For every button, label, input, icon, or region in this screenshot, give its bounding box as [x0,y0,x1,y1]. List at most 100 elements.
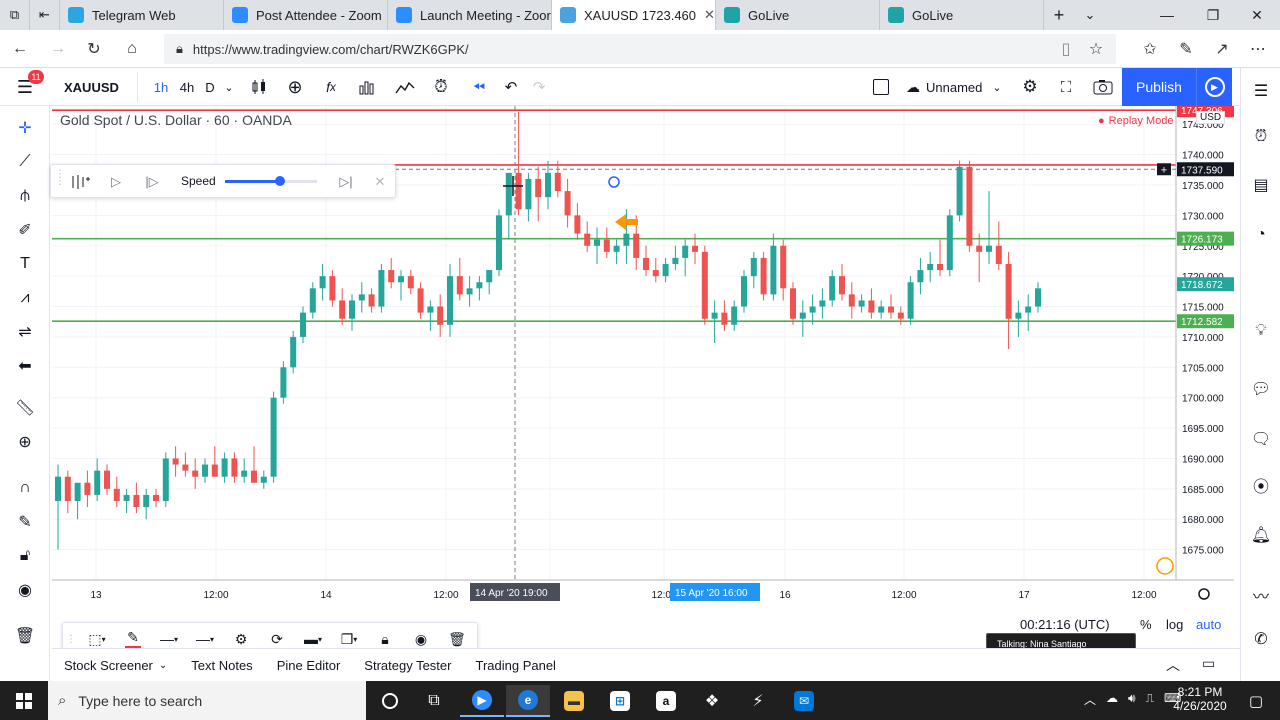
file-explorer-icon[interactable]: ▬ [552,685,596,717]
notification-icon[interactable]: 🔔︎ [1246,520,1276,550]
onedrive-cloud-icon[interactable]: ☁︎ [1106,691,1118,708]
edge-browser-icon[interactable]: e [506,685,550,717]
interval-1h[interactable]: 1h [148,72,174,102]
indicators-fx-icon[interactable]: fx [318,72,344,102]
windows-start-icon[interactable] [2,685,46,717]
alarm-icon[interactable]: ⏰︎ [1246,122,1276,152]
fullscreen-box-icon[interactable] [868,72,894,102]
broadcast-icon[interactable]: ⦿ [1246,470,1276,500]
zoom-icon[interactable]: ⊕ [10,428,40,456]
favorite-star-icon[interactable]: ☆ [1082,36,1110,62]
stream-play-button[interactable]: ▶ [1196,68,1232,106]
hotlist-icon[interactable]: ◔ [1246,220,1276,250]
browser-tab[interactable]: Telegram Web [60,0,224,30]
close-replay-icon[interactable]: ✕ [369,167,391,197]
currency-label[interactable]: USD [1196,111,1226,124]
select-bar-icon[interactable] [67,167,93,197]
unlock-icon[interactable]: 🔓︎ [10,542,40,570]
step-forward-icon[interactable]: |▷ [141,167,163,197]
taskbar-search-box[interactable]: ⌕ Type here to search [48,681,366,720]
lock-draw-icon[interactable]: ✎ [10,508,40,536]
auto-toggle[interactable]: auto [1196,617,1221,632]
mail-icon[interactable]: ✉ [782,685,826,717]
magnet-icon[interactable]: ∩ [10,474,40,502]
tab-text-notes[interactable]: Text Notes [179,649,264,682]
eye-icon[interactable]: ◉ [10,576,40,604]
task-view-icon[interactable]: ⧉ [412,685,456,717]
tab-list-chevron-icon[interactable]: ⌄ [1076,0,1104,30]
crosshair-icon[interactable]: ✛ [10,114,40,142]
back-arrow-icon[interactable]: ⬅ [10,352,40,380]
ruler-icon[interactable]: 📏︎ [10,394,40,422]
trash-icon[interactable]: 🗑︎ [10,622,40,650]
volume-icon[interactable]: 🔊︎ [1128,691,1136,708]
pitchfork-icon[interactable]: ⫛ [10,182,40,210]
bolt-app-icon[interactable]: ⚡︎ [736,685,780,717]
browser-tab[interactable]: GoLive [880,0,1044,30]
compare-add-icon[interactable]: ⊕ [282,72,308,102]
collapse-up-icon[interactable]: ︿ [1166,655,1180,675]
brush-icon[interactable]: ✐ [10,216,40,244]
jump-to-realtime-icon[interactable]: ▷| [335,167,357,197]
prediction-icon[interactable]: ⇌ [10,318,40,346]
share-icon[interactable]: ↗ [1208,36,1236,62]
refresh-button[interactable]: ↻ [80,36,108,62]
watchlist-icon[interactable]: ☰ [1246,76,1276,106]
maximize-panel-icon[interactable]: ▭ [1202,655,1215,672]
streams-icon[interactable]: 🗨︎ [1246,424,1276,454]
tab-actions-icon[interactable]: ⧉ [0,0,30,30]
chat-icon[interactable]: 💬︎ [1246,374,1276,404]
address-bar[interactable]: 🔒︎ https://www.tradingview.com/chart/RWZ… [164,34,1116,64]
action-center-icon[interactable]: ▢ [1234,685,1278,717]
maximize-button[interactable]: ❐ [1190,0,1236,30]
minimize-button[interactable]: — [1144,0,1190,30]
settings-gear-icon[interactable]: ⚙ [1016,72,1044,102]
dropbox-icon[interactable]: ❖ [690,685,734,717]
candle-style-icon[interactable] [246,72,272,102]
interval-4h[interactable]: 4h [174,72,200,102]
replay-rewind-icon[interactable]: ⏪︎ [466,72,492,102]
phone-icon[interactable]: ✆ [1246,624,1276,654]
browser-tab[interactable]: Launch Meeting - Zoor [388,0,552,30]
play-icon[interactable]: ▷ [105,167,127,197]
close-tab-icon[interactable]: ✕ [704,7,715,23]
pulse-icon[interactable]: 〰 [1246,580,1276,610]
back-tab-icon[interactable]: ⇤ [30,0,60,30]
amazon-icon[interactable]: a [644,685,688,717]
forward-button[interactable]: → [44,36,72,62]
tab-stock-screener[interactable]: Stock Screener ⌄ [52,649,179,682]
interval-chevron-down-icon[interactable]: ⌄ [220,72,238,102]
utc-clock[interactable]: 00:21:16 (UTC) [1020,617,1110,632]
calendar-icon[interactable]: ▤ [1246,170,1276,200]
favorites-bar-icon[interactable]: ✩ [1136,36,1164,62]
financials-icon[interactable] [354,72,380,102]
layout-selector[interactable]: ☁︎ Unnamed ⌄ [904,72,1008,102]
tab-pine-editor[interactable]: Pine Editor [265,649,353,682]
back-button[interactable]: ← [6,36,34,62]
store-icon[interactable]: ⊞ [598,685,642,717]
network-icon[interactable]: ⎍ [1146,691,1154,708]
close-window-button[interactable]: ✕ [1234,0,1280,30]
speed-slider-handle[interactable] [275,176,286,186]
pen-notes-icon[interactable]: ✎ [1172,36,1200,62]
redo-icon[interactable]: ↷ [526,72,552,102]
publish-button[interactable]: Publish [1122,68,1196,106]
tab-strategy-tester[interactable]: Strategy Tester [352,649,463,682]
reading-view-icon[interactable]: ▯ [1052,36,1080,62]
text-icon[interactable]: T [10,250,40,278]
more-options-icon[interactable]: ⋯ [1244,36,1272,62]
templates-icon[interactable] [392,72,418,102]
new-tab-button[interactable]: + [1044,0,1074,30]
tab-trading-panel[interactable]: Trading Panel [463,649,567,682]
camera-snapshot-icon[interactable] [1088,72,1118,102]
drag-handle[interactable]: ⋮ ⋮ [55,170,65,193]
pattern-icon[interactable]: ⩘ [10,284,40,312]
alert-clock-icon[interactable]: ⏰︎ [428,72,454,102]
trend-line-icon[interactable]: ⟋ [10,148,40,176]
home-button[interactable]: ⌂ [118,36,146,62]
taskbar-clock[interactable]: 8:21 PM 4/26/2020 [1172,685,1228,713]
interval-d[interactable]: D [200,72,220,102]
zoom-app-icon[interactable]: ▶ [460,685,504,717]
symbol-search[interactable]: XAUUSD [56,72,138,102]
browser-tab[interactable]: XAUUSD 1723.460 ✕ [552,0,716,30]
